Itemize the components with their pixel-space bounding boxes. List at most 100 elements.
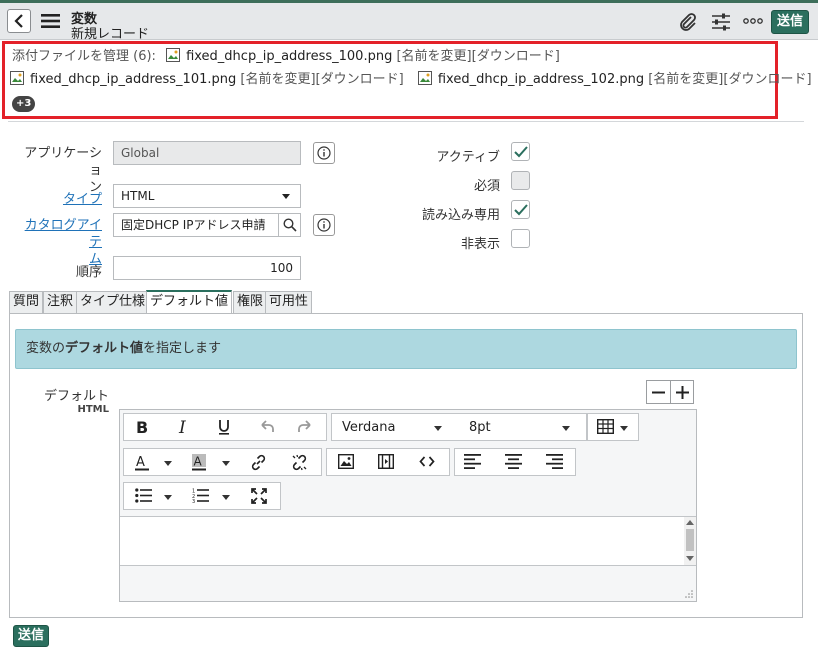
divider [8,121,804,122]
mandatory-checkbox[interactable] [511,171,530,190]
dropdown-arrow-icon [164,495,172,500]
attachment-file-link[interactable]: fixed_dhcp_ip_address_100.png [186,49,392,64]
text-color-icon[interactable]: A [135,454,151,471]
background-color-icon[interactable]: A [192,454,208,471]
more-options-icon[interactable] [743,18,763,24]
link-icon[interactable] [250,454,267,471]
dropdown-arrow-icon [282,194,290,199]
info-icon [317,146,331,160]
rename-link[interactable]: [名前を変更] [396,49,471,64]
redo-icon[interactable] [298,419,314,435]
bullet-list-icon[interactable] [135,488,152,503]
application-field: Global [113,141,301,165]
italic-icon[interactable]: I [177,419,191,435]
image-file-icon [10,71,24,85]
list-toolbar-group: 123 [123,482,281,510]
chevron-left-icon [14,14,23,28]
info-icon [317,218,331,232]
type-select[interactable]: HTML [113,184,301,208]
download-link[interactable]: [ダウンロード] [316,72,404,87]
dropdown-arrow-icon [562,426,570,431]
download-link[interactable]: [ダウンロード] [472,49,560,64]
type-label-link[interactable]: タイプ [20,188,102,207]
submit-button-bottom[interactable]: 送信 [13,625,49,647]
checkmark-icon [514,204,528,216]
format-toolbar-group: B I [123,413,327,441]
tab-availability[interactable]: 可用性 [265,291,313,313]
align-right-icon[interactable] [546,454,563,469]
application-label-line1: アプリケーショ [24,146,102,178]
info-banner: 変数のデフォルト値を指定します [15,329,797,369]
html-editor-content-area[interactable] [120,516,696,566]
font-toolbar-group: Verdana 8pt [331,413,587,441]
insert-toolbar-group [326,448,450,476]
scroll-up-icon[interactable] [686,520,694,525]
svg-text:3: 3 [192,499,195,503]
unlink-icon[interactable] [291,454,308,471]
catalog-lookup-button[interactable] [278,213,301,237]
resize-handle-icon[interactable] [684,589,693,598]
catalog-info-button[interactable] [313,214,335,236]
scrollbar-thumb[interactable] [686,529,694,551]
order-label: 順序 [75,265,102,280]
default-sublabel: HTML [77,404,109,415]
rename-link[interactable]: [名前を変更] [648,72,723,87]
divider [670,381,671,403]
download-link[interactable]: [ダウンロード] [723,72,811,87]
catalog-item-input[interactable]: 固定DHCP IPアドレス申請 [113,213,279,237]
active-checkbox[interactable] [511,142,530,161]
align-left-icon[interactable] [464,454,481,469]
back-button[interactable] [7,9,31,33]
underline-icon[interactable] [217,419,231,435]
dropdown-arrow-icon [222,461,230,466]
table-toolbar-group [587,413,639,441]
svg-text:I: I [178,419,186,435]
undo-icon[interactable] [258,419,274,435]
page-subtitle: 新規レコード [71,27,150,42]
submit-button-top[interactable]: 送信 [771,10,809,34]
mandatory-label: 必須 [473,179,500,194]
readonly-checkbox[interactable] [511,200,530,219]
numbered-list-icon[interactable]: 123 [192,488,209,503]
rename-link[interactable]: [名前を変更] [240,72,315,87]
align-toolbar-group [454,448,576,476]
font-family-select[interactable]: Verdana [342,420,395,435]
font-size-select[interactable]: 8pt [469,420,491,435]
more-attachments-badge[interactable]: +3 [12,96,36,112]
personalize-sliders-icon[interactable] [711,12,731,32]
align-center-icon[interactable] [505,454,522,469]
tab-default-value[interactable]: デフォルト値 [146,290,233,313]
minus-icon[interactable] [652,386,665,399]
tab-permissions[interactable]: 権限 [233,291,268,313]
attachment-file-link[interactable]: fixed_dhcp_ip_address_102.png [438,72,644,87]
default-label: デフォルト [43,389,109,404]
dropdown-arrow-icon [620,426,628,431]
attachments-section: 添付ファイルを管理 (6): fixed_dhcp_ip_address_100… [2,41,812,119]
svg-text:A: A [136,455,145,470]
application-info-button[interactable] [313,142,335,164]
info-text-suffix: を指定します [143,341,222,356]
hidden-checkbox[interactable] [511,229,530,248]
manage-attachments-link[interactable]: 添付ファイルを管理 (6): [12,49,156,64]
scroll-down-icon[interactable] [686,556,694,561]
editor-scrollbar[interactable] [684,517,696,565]
tab-annotation[interactable]: 注釈 [43,291,78,313]
order-input[interactable]: 100 [113,256,301,280]
media-icon[interactable] [378,454,394,469]
bold-icon[interactable]: B [135,419,149,435]
tab-type-specifications[interactable]: タイプ仕様 [76,291,150,313]
catalog-label-line1: カタログアイテ [24,218,102,250]
fullscreen-icon[interactable] [251,488,267,504]
tab-questions[interactable]: 質問 [9,291,44,313]
default-value-panel: 変数のデフォルト値を指定します デフォルト HTML B I Verdana 8… [9,313,803,618]
attachment-file-link[interactable]: fixed_dhcp_ip_address_101.png [30,72,236,87]
attachments-row-1: 添付ファイルを管理 (6): fixed_dhcp_ip_address_100… [12,45,560,64]
image-icon[interactable] [338,454,354,469]
source-code-icon[interactable] [419,454,435,469]
table-icon[interactable] [597,419,614,434]
plus-icon[interactable] [676,386,689,399]
readonly-label: 読み込み専用 [421,208,500,223]
image-file-icon [166,48,181,62]
paperclip-icon[interactable] [678,12,698,32]
hamburger-menu-icon[interactable] [41,13,61,29]
